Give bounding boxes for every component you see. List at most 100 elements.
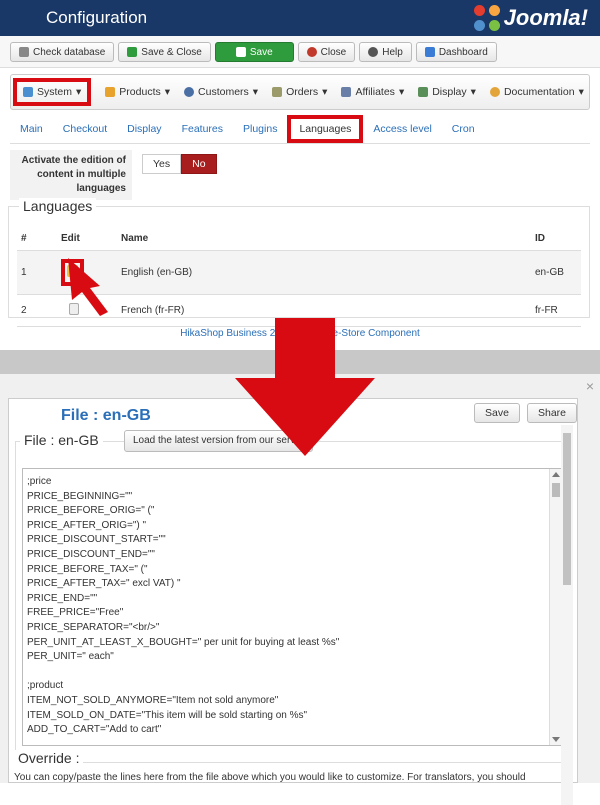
share-button[interactable]: Share: [527, 403, 578, 423]
close-button[interactable]: Close: [297, 42, 356, 62]
wrench-icon: [23, 87, 33, 97]
tab-cron[interactable]: Cron: [442, 117, 485, 141]
menu-affiliates-label: Affiliates: [355, 86, 395, 98]
file-line: PRICE_DISCOUNT_START="": [27, 534, 166, 546]
file-icon[interactable]: [69, 303, 79, 315]
file-content-textarea[interactable]: ;price PRICE_BEGINNING="" PRICE_BEFORE_ORI…: [22, 468, 562, 746]
edit-language-button[interactable]: [61, 259, 84, 286]
file-title: File : en-GB: [61, 407, 151, 424]
menu-bar: System ▾ Products ▾ Customers ▾ Orders ▾ Aff…: [10, 74, 590, 110]
table-row: 2 French (fr-FR) fr-FR: [17, 294, 581, 327]
file-line: PRICE_SEPARATOR="<br/>": [27, 621, 160, 633]
tab-plugins[interactable]: Plugins: [233, 117, 287, 141]
file-line: PRICE_BEGINNING="": [27, 490, 133, 502]
caret-down-icon: ▾: [470, 86, 476, 98]
menu-documentation-label: Documentation: [503, 86, 575, 98]
file-panel: File : en-GB Save Share File : en-GB Loa…: [8, 398, 578, 805]
save-file-button[interactable]: Save: [474, 403, 520, 423]
file-line: PRICE_AFTER_TAX=" excl VAT) ": [27, 578, 181, 590]
row-id: en-GB: [531, 250, 581, 295]
menu-orders-label: Orders: [286, 86, 319, 98]
menu-display[interactable]: Display ▾: [418, 86, 476, 98]
close-icon[interactable]: ×: [586, 378, 594, 394]
override-description: You can copy/paste the lines here from t…: [14, 772, 526, 783]
row-id: fr-FR: [531, 294, 581, 327]
tab-features[interactable]: Features: [172, 117, 233, 141]
help-icon: [368, 47, 379, 57]
file-line: PER_UNIT=" each": [27, 651, 114, 663]
menu-affiliates[interactable]: Affiliates ▾: [341, 86, 404, 98]
menu-orders[interactable]: Orders ▾: [272, 86, 327, 98]
menu-products-label: Products: [119, 86, 161, 98]
customers-icon: [184, 87, 195, 97]
languages-table: # Edit Name ID 1 English (en-GB) en-GB 2…: [17, 227, 581, 327]
tab-display[interactable]: Display: [117, 117, 171, 141]
file-edit-screen: × File : en-GB Save Share File : en-GB L…: [0, 374, 600, 805]
yes-button[interactable]: Yes: [142, 154, 182, 174]
save-close-button[interactable]: Save & Close: [118, 42, 211, 62]
file-line: ITEM_NOT_SOLD_ANYMORE="Item not sold any…: [27, 694, 279, 706]
textarea-scrollbar[interactable]: [549, 469, 561, 745]
affiliates-icon: [341, 87, 352, 97]
dashboard-icon: [424, 47, 435, 57]
multilang-option: Activate the edition of content in multi…: [10, 150, 590, 200]
file-line: FREE_PRICE="Free": [27, 607, 124, 619]
menu-system-label: System: [37, 86, 73, 98]
file-line: ITEM_SOLD_ON_DATE="This item will be sol…: [27, 709, 308, 721]
products-icon: [105, 87, 116, 97]
footer-text[interactable]: HikaShop Business 2.6.3, Joomla e-Store …: [0, 328, 600, 339]
file-line: PER_UNIT_AT_LEAST_X_BOUGHT=" per unit fo…: [27, 636, 340, 648]
database-icon: [19, 47, 29, 57]
languages-legend: Languages: [19, 198, 97, 214]
display-icon: [418, 87, 429, 97]
check-icon: [235, 47, 246, 57]
row-name: English (en-GB): [117, 250, 531, 295]
file-line: PRICE_AFTER_ORIG=") ": [27, 519, 147, 531]
caret-down-icon: ▾: [164, 86, 171, 98]
help-button[interactable]: Help: [359, 42, 412, 62]
col-edit: Edit: [57, 227, 117, 251]
close-label: Close: [320, 46, 347, 58]
file-line: [27, 665, 557, 680]
save-close-label: Save & Close: [141, 46, 202, 58]
documentation-icon: [489, 87, 500, 97]
save-button[interactable]: Save: [214, 42, 294, 62]
tab-main[interactable]: Main: [10, 117, 53, 141]
caret-down-icon: ▾: [252, 86, 259, 98]
tab-checkout[interactable]: Checkout: [53, 117, 117, 141]
multilang-option-label: Activate the edition of content in multi…: [10, 150, 132, 200]
menu-customers[interactable]: Customers ▾: [184, 86, 258, 98]
col-name: Name: [117, 227, 531, 251]
menu-system[interactable]: System ▾: [13, 78, 92, 106]
no-button[interactable]: No: [181, 154, 217, 174]
caret-down-icon: ▾: [76, 86, 82, 98]
file-content-lines: ;price PRICE_BEGINNING="" PRICE_BEFORE_ORI…: [23, 469, 561, 744]
menu-documentation[interactable]: Documentation ▾: [489, 86, 584, 98]
menu-products[interactable]: Products ▾: [105, 86, 170, 98]
file-legend: File : en-GB: [20, 432, 103, 448]
yes-no-toggle: Yes No: [142, 154, 217, 174]
dashboard-button[interactable]: Dashboard: [415, 42, 497, 62]
toolbar: Check database Save & Close Save Close H…: [0, 36, 600, 68]
panel-scrollbar[interactable]: [561, 425, 573, 805]
caret-down-icon: ▾: [578, 86, 584, 98]
file-line: PRICE_DISCOUNT_END="": [27, 548, 155, 560]
file-line: PRICE_BEFORE_TAX=" (": [27, 563, 148, 575]
row-name: French (fr-FR): [117, 294, 531, 327]
configuration-screen: Configuration Joomla! Check database Sav…: [0, 0, 600, 350]
file-line: ;product: [27, 680, 64, 692]
header-bar: Configuration Joomla!: [0, 0, 600, 36]
check-icon: [127, 47, 138, 57]
col-id: ID: [531, 227, 581, 251]
close-icon: [306, 47, 317, 57]
table-row: 1 English (en-GB) en-GB: [17, 250, 581, 295]
load-latest-button[interactable]: Load the latest version from our server: [124, 430, 314, 452]
tab-languages[interactable]: Languages: [287, 114, 364, 143]
edit-icon: [67, 265, 78, 277]
check-database-button[interactable]: Check database: [10, 42, 115, 62]
override-legend: Override :: [14, 750, 84, 766]
tab-access-level[interactable]: Access level: [363, 117, 441, 141]
screenshot-divider: [0, 350, 600, 374]
caret-down-icon: ▾: [322, 86, 328, 98]
file-fieldset: File : en-GB Load the latest version fro…: [15, 430, 569, 763]
